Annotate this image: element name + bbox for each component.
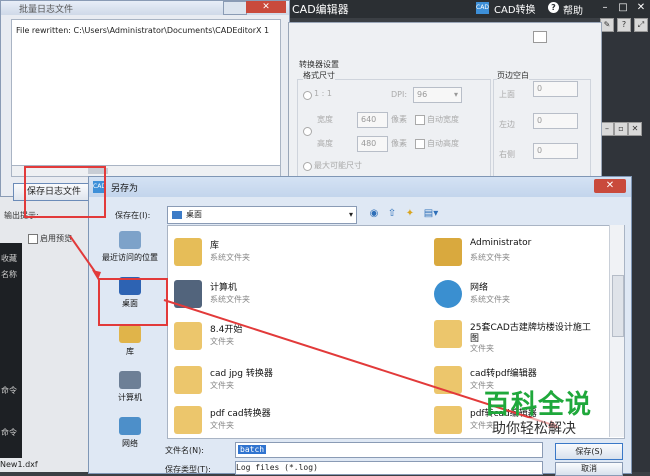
watermark-subtitle: 助你轻松解决 — [492, 418, 576, 438]
annotation-arrow — [69, 235, 99, 277]
arrowhead-icon — [92, 270, 101, 280]
watermark-title: 百科全说 — [484, 390, 593, 420]
